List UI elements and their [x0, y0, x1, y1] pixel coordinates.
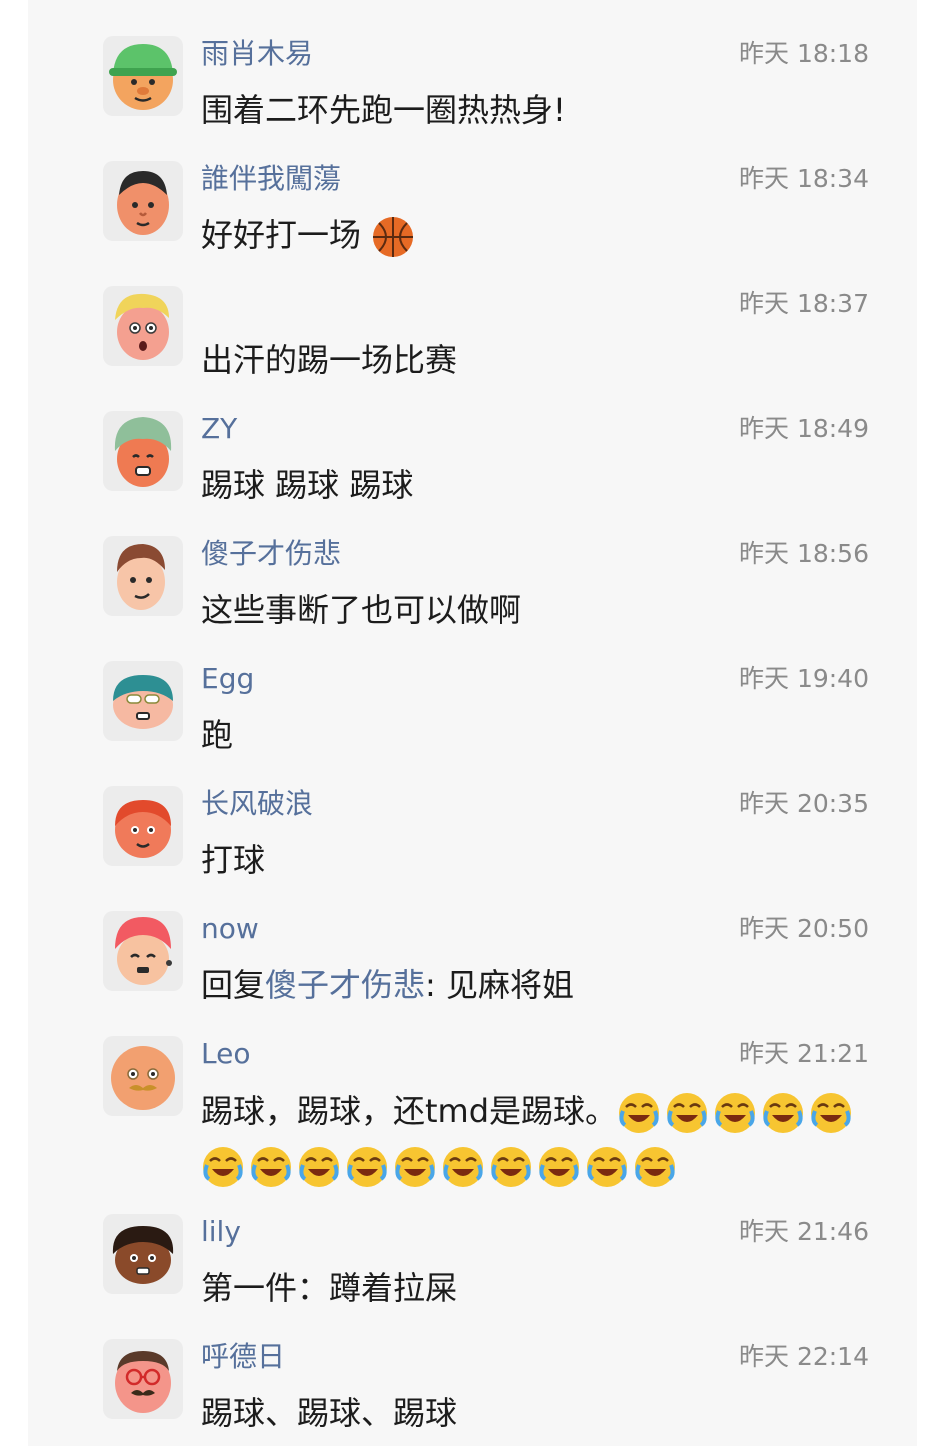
author-name[interactable]: 长风破浪 [201, 784, 313, 824]
avatar-bald-mustache-icon[interactable] [103, 1036, 183, 1116]
avatar-brown-hair-icon[interactable] [103, 536, 183, 616]
laughing-crying-emoji-icon [617, 1091, 661, 1135]
laughing-crying-emoji-icon [665, 1091, 709, 1135]
avatar-turban-icon[interactable] [103, 411, 183, 491]
author-name[interactable]: ZY [201, 409, 237, 449]
comment-text: 好好打一场 [201, 216, 362, 254]
laughing-crying-emoji-icon [393, 1145, 437, 1189]
timestamp: 昨天 21:21 [739, 1039, 869, 1068]
author-name[interactable]: 傻子才伤悲 [201, 534, 341, 574]
laughing-crying-emoji-icon [537, 1145, 581, 1189]
comment-text: 打球 [201, 841, 266, 879]
laughing-crying-emoji-icon [345, 1145, 389, 1189]
author-name[interactable]: Egg [201, 659, 254, 699]
comment-text: 跑 [201, 716, 234, 754]
author-name[interactable]: lily [201, 1212, 241, 1252]
reply-prefix: 回复 [201, 966, 266, 1004]
laughing-crying-emoji-icon [633, 1145, 677, 1189]
avatar-teal-hair-icon[interactable] [103, 661, 183, 741]
timestamp: 昨天 18:49 [739, 414, 869, 443]
comment-text: 第一件：蹲着拉屎 [201, 1269, 458, 1307]
timestamp: 昨天 22:14 [739, 1342, 869, 1371]
laughing-crying-emoji-icon [489, 1145, 533, 1189]
laughing-crying-emoji-icon [585, 1145, 629, 1189]
basketball-icon [371, 215, 415, 259]
laughing-crying-emoji-icon [441, 1145, 485, 1189]
author-name[interactable]: Leo [201, 1034, 250, 1074]
avatar-black-hair-icon[interactable] [103, 161, 183, 241]
comment-text: 围着二环先跑一圈热热身! [201, 91, 566, 129]
comments-panel: 雨肖木易 昨天 18:18 围着二环先跑一圈热热身! 誰伴我闖蕩 昨天 18:3… [28, 0, 917, 1446]
timestamp: 昨天 20:50 [739, 914, 869, 943]
reply-text-row: 回复傻子才伤悲: 见麻将姐 [201, 959, 891, 1011]
avatar-blonde-icon[interactable] [103, 286, 183, 366]
timestamp: 昨天 18:18 [739, 39, 869, 68]
timestamp: 昨天 18:56 [739, 539, 869, 568]
reply-target-link[interactable]: 傻子才伤悲 [265, 966, 425, 1004]
comment-text: 踢球、踢球、踢球 [201, 1394, 458, 1432]
timestamp: 昨天 19:40 [739, 664, 869, 693]
avatar-green-cap-icon[interactable] [103, 36, 183, 116]
laughing-crying-emoji-icon [713, 1091, 757, 1135]
timestamp: 昨天 20:35 [739, 789, 869, 818]
author-name[interactable]: 誰伴我闖蕩 [201, 159, 341, 199]
comment-text: 出汗的踢一场比赛 [201, 341, 458, 379]
comment-text-row: 好好打一场 [201, 209, 891, 261]
timestamp: 昨天 21:46 [739, 1217, 869, 1246]
author-name[interactable]: 呼德日 [201, 1337, 285, 1377]
avatar-red-hair-icon[interactable] [103, 786, 183, 866]
comment-text: 踢球，踢球，还tmd是踢球。 [201, 1092, 618, 1130]
reply-text: : 见麻将姐 [425, 966, 574, 1004]
laughing-crying-emoji-icon [201, 1145, 245, 1189]
author-name[interactable]: 雨肖木易 [201, 34, 313, 74]
laughing-crying-emoji-icon [809, 1091, 853, 1135]
avatar-curly-dark-icon[interactable] [103, 1214, 183, 1294]
comment-text-row: 踢球，踢球，还tmd是踢球。 [201, 1084, 901, 1192]
comment-text: 踢球 踢球 踢球 [201, 466, 414, 504]
timestamp: 昨天 18:34 [739, 164, 869, 193]
comment-text: 这些事断了也可以做啊 [201, 591, 522, 629]
laughing-crying-emoji-icon [249, 1145, 293, 1189]
avatar-glasses-icon[interactable] [103, 1339, 183, 1419]
laughing-crying-emoji-icon [297, 1145, 341, 1189]
avatar-pink-hair-icon[interactable] [103, 911, 183, 991]
laughing-crying-emoji-icon [761, 1091, 805, 1135]
timestamp: 昨天 18:37 [739, 289, 869, 318]
author-name[interactable]: now [201, 909, 259, 949]
